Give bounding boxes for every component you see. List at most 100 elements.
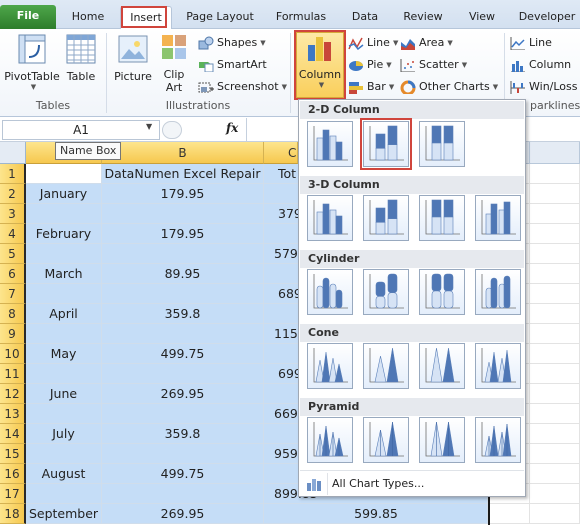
cell-a[interactable]: March (26, 264, 102, 284)
chart-type-cyl-100-stacked[interactable] (419, 269, 465, 315)
cell-b[interactable]: DataNumen Excel Repair (102, 164, 264, 184)
cell-b[interactable] (102, 484, 264, 504)
cell-a[interactable] (26, 244, 102, 264)
shapes-button[interactable]: Shapes ▼ (198, 34, 266, 52)
cell-a[interactable] (26, 444, 102, 464)
row-header[interactable]: 8 (0, 304, 26, 324)
line-chart-button[interactable]: Line ▼ (348, 34, 398, 52)
cell-b[interactable]: 499.75 (102, 344, 264, 364)
cell-f[interactable] (530, 184, 580, 204)
cell-a[interactable] (26, 404, 102, 424)
chart-type-cone-clustered[interactable] (307, 343, 353, 389)
cell-f[interactable] (530, 424, 580, 444)
cell-a[interactable]: February (26, 224, 102, 244)
tab-view[interactable]: View (460, 6, 504, 29)
tab-developer[interactable]: Developer (514, 6, 580, 29)
cell-a[interactable] (26, 284, 102, 304)
clipart-button[interactable]: Clip Art (160, 33, 188, 94)
chart-type-cyl-clustered[interactable] (307, 269, 353, 315)
chart-type-cone-100-stacked[interactable] (419, 343, 465, 389)
row-header[interactable]: 3 (0, 204, 26, 224)
cell-a[interactable] (26, 484, 102, 504)
row-header[interactable]: 4 (0, 224, 26, 244)
row-header[interactable]: 11 (0, 364, 26, 384)
cell-f[interactable] (530, 204, 580, 224)
chart-type-pyr-3d[interactable] (475, 417, 521, 463)
row-header[interactable]: 15 (0, 444, 26, 464)
name-box[interactable]: A1 (2, 120, 160, 140)
cell-b[interactable]: 269.95 (102, 384, 264, 404)
row-header[interactable]: 5 (0, 244, 26, 264)
cell-b[interactable]: 179.95 (102, 224, 264, 244)
cell-f[interactable] (530, 404, 580, 424)
sparkline-line-button[interactable]: Line (510, 34, 552, 52)
cell-a[interactable]: September (26, 504, 102, 524)
chart-type-2d-100-stacked[interactable] (419, 121, 465, 167)
row-header[interactable]: 16 (0, 464, 26, 484)
cell-b[interactable] (102, 444, 264, 464)
cell-a[interactable] (26, 204, 102, 224)
chart-type-3d-3d[interactable] (475, 195, 521, 241)
column-header-c[interactable]: C (264, 142, 298, 164)
chart-type-cyl-stacked[interactable] (363, 269, 409, 315)
row-header[interactable]: 18 (0, 504, 26, 524)
row-header[interactable]: 7 (0, 284, 26, 304)
cell-f[interactable] (530, 164, 580, 184)
row-header[interactable]: 13 (0, 404, 26, 424)
row-header[interactable]: 9 (0, 324, 26, 344)
cell-f[interactable] (530, 484, 580, 504)
cell-a[interactable]: May (26, 344, 102, 364)
name-box-dropdown-icon[interactable]: ▼ (146, 122, 152, 131)
cell-f[interactable] (530, 504, 580, 524)
cell-b[interactable] (102, 364, 264, 384)
chart-type-pyr-stacked[interactable] (363, 417, 409, 463)
cell-a[interactable]: January (26, 184, 102, 204)
cell-b[interactable]: 179.95 (102, 184, 264, 204)
tab-formulas[interactable]: Formulas (268, 6, 334, 29)
chart-type-2d-clustered[interactable] (307, 121, 353, 167)
sparkline-winloss-button[interactable]: Win/Loss (510, 78, 578, 96)
pivottable-button[interactable]: PivotTable ▼ (4, 33, 60, 91)
row-header[interactable]: 2 (0, 184, 26, 204)
cell-a[interactable]: July (26, 424, 102, 444)
table-button[interactable]: Table (62, 33, 100, 83)
cell-f[interactable] (530, 464, 580, 484)
cell-a[interactable]: August (26, 464, 102, 484)
cell-b[interactable] (102, 404, 264, 424)
cell-f[interactable] (530, 444, 580, 464)
cell-a[interactable]: June (26, 384, 102, 404)
chart-type-3d-stacked[interactable] (363, 195, 409, 241)
picture-button[interactable]: Picture (112, 33, 154, 83)
cell-a[interactable] (26, 324, 102, 344)
smartart-button[interactable]: SmartArt (198, 56, 267, 74)
cell-f[interactable] (530, 324, 580, 344)
cell-b[interactable]: 359.8 (102, 304, 264, 324)
chart-type-cone-3d[interactable] (475, 343, 521, 389)
sparkline-column-button[interactable]: Column (510, 56, 571, 74)
row-header[interactable]: 6 (0, 264, 26, 284)
cell-b[interactable] (102, 244, 264, 264)
cell-f[interactable] (530, 244, 580, 264)
cell-e[interactable] (490, 504, 530, 524)
tab-page-layout[interactable]: Page Layout (180, 6, 260, 29)
cell-b[interactable] (102, 204, 264, 224)
row-header[interactable]: 10 (0, 344, 26, 364)
cell-b[interactable] (102, 284, 264, 304)
cell-f[interactable] (530, 384, 580, 404)
tab-file[interactable]: File (0, 5, 56, 29)
cell-f[interactable] (530, 264, 580, 284)
pie-chart-button[interactable]: Pie ▼ (348, 56, 392, 74)
chart-type-3d-100-stacked[interactable] (419, 195, 465, 241)
row-header[interactable]: 12 (0, 384, 26, 404)
tab-data[interactable]: Data (344, 6, 386, 29)
cell-b[interactable]: 89.95 (102, 264, 264, 284)
cell-a[interactable]: April (26, 304, 102, 324)
cell-f[interactable] (530, 304, 580, 324)
select-all-corner[interactable] (0, 142, 26, 164)
chart-type-pyr-100-stacked[interactable] (419, 417, 465, 463)
column-header-f[interactable] (530, 142, 580, 164)
chart-type-pyr-clustered[interactable] (307, 417, 353, 463)
row-header[interactable]: 1 (0, 164, 26, 184)
screenshot-button[interactable]: Screenshot ▼ (198, 78, 287, 96)
bar-chart-button[interactable]: Bar ▼ (348, 78, 394, 96)
